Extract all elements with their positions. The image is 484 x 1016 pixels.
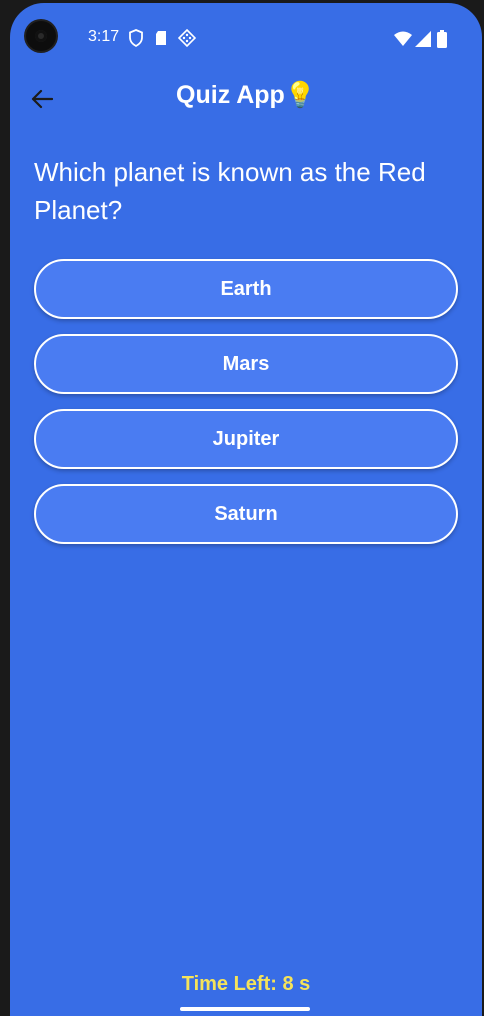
app-title: Quiz App💡: [176, 81, 316, 109]
front-camera-icon: [26, 21, 56, 51]
battery-icon: [437, 30, 447, 48]
status-bar: 3:17: [10, 3, 482, 67]
status-time: 3:17: [88, 28, 120, 45]
app-screen: 3:17 Quiz App💡 Which planet is known as …: [10, 3, 482, 1016]
device-frame: 3:17 Quiz App💡 Which planet is known as …: [0, 0, 484, 1016]
wifi-icon: [394, 31, 412, 46]
home-indicator[interactable]: [180, 1007, 310, 1011]
time-left-label: Time Left: 8 s: [181, 973, 311, 995]
vpn-diamond-icon: [178, 29, 196, 47]
option-button-saturn[interactable]: Saturn: [34, 484, 458, 544]
signal-icon: [415, 31, 431, 47]
option-button-earth[interactable]: Earth: [34, 259, 458, 319]
question-text: Which planet is known as the Red Planet?: [34, 157, 426, 225]
option-button-jupiter[interactable]: Jupiter: [34, 409, 458, 469]
app-bar: Quiz App💡: [10, 67, 482, 129]
option-button-mars[interactable]: Mars: [34, 334, 458, 394]
shield-icon: [129, 29, 143, 47]
answer-options: Earth Mars Jupiter Saturn: [34, 259, 458, 559]
sd-card-icon: [156, 31, 166, 45]
